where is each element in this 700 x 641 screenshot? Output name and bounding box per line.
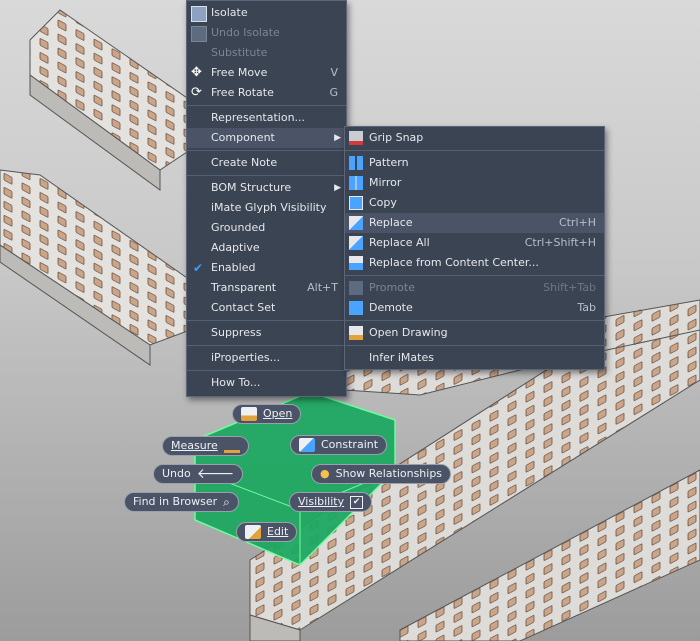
grip-snap-icon — [349, 131, 363, 145]
marking-measure-button[interactable]: Measure — [162, 436, 249, 456]
menu-item-replace-from-content-center[interactable]: Replace from Content Center... — [345, 253, 604, 273]
content-center-icon — [349, 256, 363, 270]
edit-pencil-icon — [245, 525, 261, 539]
undo-isolate-icon — [191, 26, 207, 42]
measure-icon — [223, 439, 240, 453]
menu-item-create-note[interactable]: Create Note — [187, 153, 346, 173]
marking-edit-button[interactable]: Edit — [236, 522, 298, 542]
checkbox-checked-icon: ✔ — [350, 495, 364, 509]
menu-item-replace[interactable]: Replace Ctrl+H — [345, 213, 604, 233]
submenu-arrow-icon: ▶ — [334, 183, 341, 193]
menu-item-open-drawing[interactable]: Open Drawing — [345, 323, 604, 343]
marking-constraint-button[interactable]: Constraint — [290, 435, 388, 455]
promote-icon — [349, 281, 363, 295]
undo-arrow-icon: 🡐 — [196, 466, 235, 482]
open-drawing-icon — [349, 326, 363, 340]
menu-item-how-to[interactable]: How To... — [187, 373, 346, 393]
marking-open-button[interactable]: Open — [232, 404, 302, 424]
menu-item-promote: Promote Shift+Tab — [345, 278, 604, 298]
menu-separator — [187, 105, 346, 106]
pattern-icon — [349, 156, 363, 170]
menu-separator — [345, 320, 604, 321]
menu-separator — [345, 150, 604, 151]
menu-item-undo-isolate: Undo Isolate — [187, 23, 346, 43]
lightbulb-icon: ● — [320, 467, 330, 480]
replace-all-icon — [349, 236, 363, 250]
checkmark-icon: ✔ — [193, 261, 204, 275]
menu-item-pattern[interactable]: Pattern — [345, 153, 604, 173]
mirror-icon — [349, 176, 363, 190]
menu-separator — [187, 370, 346, 371]
menu-item-free-move[interactable]: ✥ Free Move V — [187, 63, 346, 83]
menu-item-grounded[interactable]: Grounded — [187, 218, 346, 238]
menu-separator — [187, 345, 346, 346]
find-in-browser-icon: ⌕ — [223, 495, 230, 509]
menu-item-infer-imates[interactable]: Infer iMates — [345, 348, 604, 368]
menu-item-substitute: Substitute — [211, 46, 268, 59]
menu-item-demote[interactable]: Demote Tab — [345, 298, 604, 318]
menu-item-grip-snap[interactable]: Grip Snap — [345, 128, 604, 148]
constraint-icon — [299, 438, 315, 452]
menu-item-replace-all[interactable]: Replace All Ctrl+Shift+H — [345, 233, 604, 253]
component-submenu: Grip Snap Pattern Mirror Copy Replace Ct… — [344, 126, 605, 370]
demote-icon — [349, 301, 363, 315]
menu-item-suppress[interactable]: Suppress — [187, 323, 346, 343]
menu-item-copy[interactable]: Copy — [345, 193, 604, 213]
menu-item-free-rotate[interactable]: ⟳ Free Rotate G — [187, 83, 346, 103]
menu-item-bom-structure[interactable]: BOM Structure ▶ — [187, 178, 346, 198]
menu-item-representation[interactable]: Representation... — [187, 108, 346, 128]
submenu-arrow-icon: ▶ — [334, 133, 341, 143]
marking-visibility-button[interactable]: Visibility ✔ — [289, 492, 373, 512]
free-rotate-icon: ⟳ — [191, 85, 202, 100]
menu-item-iproperties[interactable]: iProperties... — [187, 348, 346, 368]
menu-separator — [345, 345, 604, 346]
menu-item-transparent[interactable]: Transparent Alt+T — [187, 278, 346, 298]
marking-undo-button[interactable]: Undo 🡐 — [153, 464, 244, 484]
menu-item-imate-glyph-visibility[interactable]: iMate Glyph Visibility — [187, 198, 346, 218]
open-file-icon — [241, 407, 257, 421]
menu-item-mirror[interactable]: Mirror — [345, 173, 604, 193]
menu-separator — [187, 150, 346, 151]
marking-show-relationships-button[interactable]: ● Show Relationships — [311, 464, 452, 484]
menu-item-adaptive[interactable]: Adaptive — [187, 238, 346, 258]
free-move-icon: ✥ — [191, 65, 202, 80]
marking-find-in-browser-button[interactable]: Find in Browser ⌕ — [124, 492, 239, 512]
copy-icon — [349, 196, 363, 210]
menu-item-isolate[interactable]: Isolate — [187, 3, 346, 23]
menu-item-contact-set[interactable]: Contact Set — [187, 298, 346, 318]
isolate-icon — [191, 6, 207, 22]
menu-separator — [345, 275, 604, 276]
menu-item-enabled[interactable]: ✔ Enabled — [187, 258, 346, 278]
context-menu: Isolate Undo Isolate Substitute ✥ Free M… — [186, 0, 347, 397]
menu-separator — [187, 320, 346, 321]
menu-item-component[interactable]: Component ▶ — [187, 128, 346, 148]
replace-icon — [349, 216, 363, 230]
menu-separator — [187, 175, 346, 176]
